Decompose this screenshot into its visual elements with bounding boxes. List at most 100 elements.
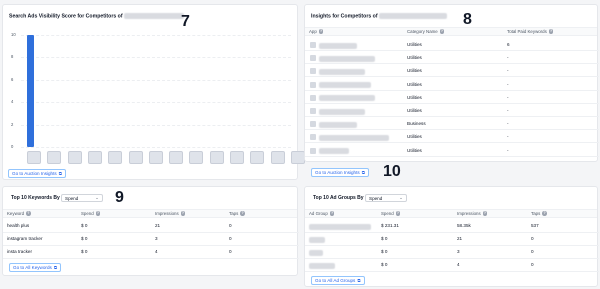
col-header-keyword[interactable]: Keyword? bbox=[7, 211, 31, 216]
keywords-metric-select[interactable]: Spend ⌄ bbox=[61, 194, 103, 202]
go-to-auction-insights-link[interactable]: Go to Auction Insights ⧉ bbox=[8, 169, 66, 178]
impressions-cell: 4 bbox=[457, 262, 460, 267]
gridline bbox=[21, 124, 291, 126]
impressions-cell: 3 bbox=[155, 236, 158, 241]
y-tick-label: 8 bbox=[11, 54, 14, 60]
table-row[interactable]: Utilities - bbox=[305, 147, 599, 156]
row-divider bbox=[305, 129, 599, 131]
category-cell: Business bbox=[407, 121, 426, 127]
table-row[interactable]: $ 0 4 0 bbox=[305, 261, 599, 270]
visibility-panel-title: Search Ads Visibility Score for Competit… bbox=[9, 13, 185, 19]
y-tick-label: 4 bbox=[11, 99, 14, 105]
ad-groups-metric-select[interactable]: Spend ⌄ bbox=[365, 194, 407, 202]
table-row[interactable]: Utilities - bbox=[305, 107, 599, 116]
y-tick-label: 2 bbox=[11, 121, 14, 127]
redacted-app-name bbox=[319, 148, 349, 155]
redacted-app-name bbox=[319, 42, 357, 49]
competitor-app-icon bbox=[47, 151, 62, 164]
annotation-number: 10 bbox=[383, 163, 401, 180]
table-row[interactable]: Utilities - bbox=[305, 133, 599, 142]
table-row[interactable]: Utilities - bbox=[305, 81, 599, 90]
row-divider bbox=[305, 89, 599, 91]
row-divider bbox=[305, 76, 599, 78]
spend-cell: $ 231.31 bbox=[381, 223, 399, 228]
row-divider bbox=[3, 232, 299, 233]
app-icon bbox=[310, 134, 316, 141]
spend-cell: $ 0 bbox=[381, 262, 388, 267]
table-row[interactable]: instagram tracker $ 0 3 0 bbox=[3, 235, 299, 244]
top-keywords-panel: Top 10 Keywords By Spend ⌄ 9 Keyword? Spe… bbox=[2, 186, 299, 276]
table-row[interactable]: $ 0 21 0 bbox=[305, 235, 599, 244]
info-icon: ? bbox=[329, 211, 335, 216]
paid-keywords-cell: - bbox=[507, 147, 509, 153]
category-cell: Utilities bbox=[407, 134, 422, 140]
visibility-score-panel: Search Ads Visibility Score for Competit… bbox=[2, 4, 305, 180]
keyword-cell: insta tracker bbox=[7, 249, 33, 254]
taps-cell: 537 bbox=[531, 223, 539, 228]
competitor-app-icon bbox=[169, 151, 184, 164]
row-divider bbox=[305, 271, 599, 272]
row-divider bbox=[305, 102, 599, 104]
col-header-spend[interactable]: Spend? bbox=[81, 211, 101, 216]
top-ad-groups-panel: Top 10 Ad Groups By Spend ⌄ Ad Group? Spe… bbox=[304, 186, 599, 287]
col-header-impressions[interactable]: Impressions? bbox=[457, 211, 488, 216]
external-link-icon: ⧉ bbox=[361, 170, 365, 175]
row-divider bbox=[305, 142, 599, 144]
paid-keywords-cell: - bbox=[507, 121, 509, 127]
redacted-app-name bbox=[319, 68, 365, 75]
go-to-all-ad-groups-link[interactable]: Go to All Ad Groups ⧉ bbox=[311, 276, 365, 285]
redacted-app-name bbox=[124, 13, 185, 19]
gridline bbox=[21, 79, 291, 81]
competitor-insights-panel: Insights for Competitors of 8 App? Categ… bbox=[304, 4, 599, 180]
info-icon: ? bbox=[548, 29, 554, 34]
row-divider bbox=[305, 258, 599, 259]
table-row[interactable]: $ 231.31 58.35k 537 bbox=[305, 222, 599, 231]
paid-keywords-cell: - bbox=[507, 108, 509, 113]
app-icon bbox=[310, 55, 316, 62]
table-row[interactable]: Business - bbox=[305, 120, 599, 129]
col-header-taps[interactable]: Taps? bbox=[229, 211, 245, 216]
spend-cell: $ 0 bbox=[381, 236, 388, 241]
col-header-impressions[interactable]: Impressions? bbox=[155, 211, 186, 216]
y-tick-label: 0 bbox=[11, 144, 14, 149]
category-cell: Utilities bbox=[407, 55, 422, 61]
table-row[interactable]: $ 0 3 0 bbox=[305, 248, 599, 257]
col-header-total-paid-keywords[interactable]: Total Paid Keywords? bbox=[507, 29, 554, 34]
go-to-auction-insights-link[interactable]: Go to Auction Insights ⧉ bbox=[311, 168, 369, 177]
col-header-category[interactable]: Category Name? bbox=[407, 29, 445, 34]
paid-keywords-cell: - bbox=[507, 68, 509, 74]
table-row[interactable]: Utilities - bbox=[305, 67, 599, 76]
taps-cell: 0 bbox=[531, 262, 534, 267]
competitor-app-icon bbox=[67, 151, 82, 164]
table-row[interactable]: health plus $ 0 21 0 bbox=[3, 222, 299, 231]
keyword-cell: health plus bbox=[7, 223, 30, 228]
col-header-taps[interactable]: Taps? bbox=[531, 211, 547, 216]
table-row[interactable]: insta tracker $ 0 4 0 bbox=[3, 248, 299, 257]
category-cell: Utilities bbox=[407, 81, 422, 87]
table-row[interactable]: Utilities - bbox=[305, 54, 599, 63]
row-divider bbox=[305, 232, 599, 233]
col-header-spend[interactable]: Spend? bbox=[381, 211, 401, 216]
col-header-ad-group[interactable]: Ad Group? bbox=[309, 211, 335, 216]
external-link-icon: ⧉ bbox=[53, 265, 58, 270]
external-link-icon: ⧉ bbox=[357, 278, 361, 283]
gridline bbox=[21, 147, 291, 148]
category-cell: Utilities bbox=[407, 68, 422, 74]
gridline bbox=[21, 57, 291, 59]
app-icon bbox=[310, 94, 316, 101]
col-header-app[interactable]: App? bbox=[309, 29, 324, 34]
chart-bar bbox=[27, 35, 34, 147]
annotation-number: 9 bbox=[115, 189, 124, 206]
redacted-app-name bbox=[379, 13, 448, 19]
taps-cell: 0 bbox=[229, 249, 232, 254]
category-cell: Utilities bbox=[407, 42, 422, 47]
redacted-app-name bbox=[319, 82, 371, 89]
paid-keywords-cell: - bbox=[507, 55, 509, 61]
competitor-app-icon bbox=[230, 151, 244, 164]
app-icon bbox=[310, 68, 316, 75]
info-icon: ? bbox=[542, 211, 547, 216]
go-to-all-keywords-link[interactable]: Go to All Keywords ⧉ bbox=[9, 263, 62, 272]
table-row[interactable]: Utilities - bbox=[305, 94, 599, 103]
paid-keywords-cell: - bbox=[507, 134, 509, 140]
table-row[interactable]: Utilities 6 bbox=[305, 41, 599, 50]
